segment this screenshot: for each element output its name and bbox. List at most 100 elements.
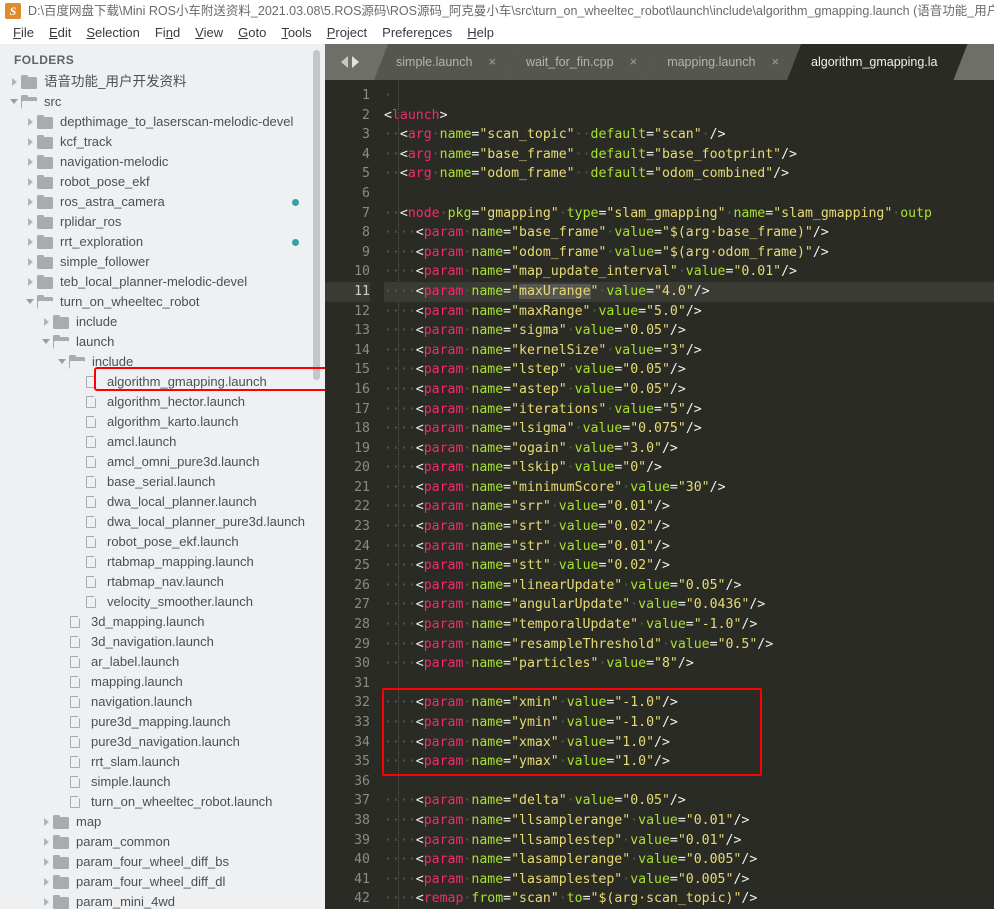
code-line[interactable]: ··<node·pkg="gmapping"·type="slam_gmappi… (384, 204, 994, 224)
code-line[interactable]: ····<param·name="llsamplerange"·value="0… (384, 811, 994, 831)
tree-file-amcl.launch[interactable]: amcl.launch (0, 432, 325, 452)
tree-file-ar_label.launch[interactable]: ar_label.launch (0, 652, 325, 672)
tab-simple.launch[interactable]: simple.launch × (374, 44, 518, 80)
code-line[interactable]: ··<arg·name="scan_topic"··default="scan"… (384, 125, 994, 145)
tab-nav-arrows[interactable] (325, 44, 374, 80)
chevron-right-icon[interactable] (10, 72, 21, 92)
menu-item-selection[interactable]: Selection (79, 23, 147, 43)
tree-folder-src[interactable]: src (0, 92, 325, 112)
tree-file-simple.launch[interactable]: simple.launch (0, 772, 325, 792)
tree-file-base_serial.launch[interactable]: base_serial.launch (0, 472, 325, 492)
chevron-right-icon[interactable] (26, 232, 37, 252)
tree-file-pure3d_navigation.launch[interactable]: pure3d_navigation.launch (0, 732, 325, 752)
chevron-down-icon[interactable] (58, 352, 69, 372)
tree-file-dwa_local_planner_pure3d.launch[interactable]: dwa_local_planner_pure3d.launch (0, 512, 325, 532)
code-line[interactable]: ····<param·name="stt"·value="0.02"/> (384, 556, 994, 576)
chevron-down-icon[interactable] (26, 292, 37, 312)
code-line[interactable]: ····<param·name="srr"·value="0.01"/> (384, 497, 994, 517)
tree-folder-rplidar_ros[interactable]: rplidar_ros (0, 212, 325, 232)
chevron-down-icon[interactable] (10, 92, 21, 112)
code-line[interactable]: ····<param·name="kernelSize"·value="3"/> (384, 341, 994, 361)
tree-folder-param_mini_4wd[interactable]: param_mini_4wd (0, 892, 325, 909)
code-content[interactable]: · <launch> ··<arg·name="scan_topic"··defau… (380, 80, 994, 909)
code-line[interactable]: ····<param·name="map_update_interval"·va… (384, 262, 994, 282)
tree-file-turn_on_wheeltec_robot.launch[interactable]: turn_on_wheeltec_robot.launch (0, 792, 325, 812)
chevron-right-icon[interactable] (42, 832, 53, 852)
tree-folder-语音功能_用户开发资料[interactable]: 语音功能_用户开发资料 (0, 72, 325, 92)
tab-wait_for_fin.cpp[interactable]: wait_for_fin.cpp × (504, 44, 659, 80)
tree-file-algorithm_karto.launch[interactable]: algorithm_karto.launch (0, 412, 325, 432)
tree-file-dwa_local_planner.launch[interactable]: dwa_local_planner.launch (0, 492, 325, 512)
tree-file-robot_pose_ekf.launch[interactable]: robot_pose_ekf.launch (0, 532, 325, 552)
code-line[interactable]: ····<param·name="maxUrange"·value="4.0"/… (384, 281, 994, 302)
tab-algorithm_gmapping.la[interactable]: algorithm_gmapping.la (787, 44, 967, 80)
code-line[interactable]: ····<param·name="minimumScore"·value="30… (384, 478, 994, 498)
tab-close-icon[interactable]: × (630, 44, 638, 80)
tree-folder-teb_local_planner-melodic-devel[interactable]: teb_local_planner-melodic-devel (0, 272, 325, 292)
tab-close-icon[interactable]: × (771, 44, 779, 80)
chevron-right-icon[interactable] (42, 312, 53, 332)
chevron-right-icon[interactable] (26, 172, 37, 192)
tree-folder-param_common[interactable]: param_common (0, 832, 325, 852)
tree-file-navigation.launch[interactable]: navigation.launch (0, 692, 325, 712)
code-line[interactable]: ····<param·name="base_frame"·value="$(ar… (384, 223, 994, 243)
code-line[interactable]: ····<param·name="lstep"·value="0.05"/> (384, 360, 994, 380)
tree-folder-launch[interactable]: launch (0, 332, 325, 352)
chevron-right-icon[interactable] (26, 272, 37, 292)
code-line[interactable]: ····<param·name="sigma"·value="0.05"/> (384, 321, 994, 341)
tab-close-icon[interactable]: × (488, 44, 496, 80)
code-line[interactable]: ····<param·name="ogain"·value="3.0"/> (384, 439, 994, 459)
chevron-right-icon[interactable] (26, 152, 37, 172)
file-tree[interactable]: 语音功能_用户开发资料 src depthimage_to_laserscan-me… (0, 72, 325, 909)
chevron-right-icon[interactable] (26, 112, 37, 132)
tree-folder-include[interactable]: include (0, 352, 325, 372)
code-line[interactable]: ····<param·name="ymax"·value="1.0"/> (384, 752, 994, 772)
tree-file-mapping.launch[interactable]: mapping.launch (0, 672, 325, 692)
tree-folder-simple_follower[interactable]: simple_follower (0, 252, 325, 272)
chevron-right-icon[interactable] (26, 192, 37, 212)
code-line[interactable]: ····<param·name="odom_frame"·value="$(ar… (384, 243, 994, 263)
code-line[interactable]: ····<param·name="maxRange"·value="5.0"/> (384, 302, 994, 322)
tree-folder-robot_pose_ekf[interactable]: robot_pose_ekf (0, 172, 325, 192)
chevron-right-icon[interactable] (42, 812, 53, 832)
code-line[interactable]: ····<param·name="lasamplestep"·value="0.… (384, 870, 994, 890)
chevron-right-icon[interactable] (42, 872, 53, 892)
sidebar-file-tree[interactable]: FOLDERS 语音功能_用户开发资料 src depthimage_to_lase… (0, 44, 325, 909)
code-line[interactable]: ····<param·name="iterations"·value="5"/> (384, 400, 994, 420)
tree-folder-include[interactable]: include (0, 312, 325, 332)
code-area[interactable]: 1 2 3 4 5 6 7 8 9 10 11 12 13 14 15 16 17 18 19 20 21 22 23 24 2… (325, 80, 994, 909)
tree-folder-map[interactable]: map (0, 812, 325, 832)
code-line[interactable]: ····<param·name="lasamplerange"·value="0… (384, 850, 994, 870)
code-line[interactable]: ····<param·name="angularUpdate"·value="0… (384, 595, 994, 615)
code-line[interactable]: · (384, 86, 994, 106)
code-line[interactable]: ····<remap·from="scan"·to="$(arg·scan_to… (384, 889, 994, 909)
code-line[interactable]: ····<param·name="xmax"·value="1.0"/> (384, 733, 994, 753)
code-line[interactable]: ····<param·name="lsigma"·value="0.075"/> (384, 419, 994, 439)
tree-file-rrt_slam.launch[interactable]: rrt_slam.launch (0, 752, 325, 772)
menu-item-help[interactable]: Help (460, 23, 502, 43)
code-line[interactable]: ····<param·name="resampleThreshold"·valu… (384, 635, 994, 655)
tree-file-3d_navigation.launch[interactable]: 3d_navigation.launch (0, 632, 325, 652)
code-line[interactable]: ··<arg·name="odom_frame"··default="odom_… (384, 164, 994, 184)
chevron-right-icon[interactable] (26, 252, 37, 272)
chevron-right-icon[interactable] (42, 852, 53, 872)
chevron-right-icon[interactable] (42, 892, 53, 909)
tree-folder-rrt_exploration[interactable]: rrt_exploration (0, 232, 325, 252)
menu-item-view[interactable]: View (188, 23, 231, 43)
tree-file-rtabmap_mapping.launch[interactable]: rtabmap_mapping.launch (0, 552, 325, 572)
menu-item-file[interactable]: File (6, 23, 42, 43)
triangle-left-icon[interactable] (340, 56, 348, 68)
menu-item-preferences[interactable]: Preferences (375, 23, 460, 43)
code-line[interactable] (384, 772, 994, 792)
chevron-down-icon[interactable] (42, 332, 53, 352)
tree-file-algorithm_hector.launch[interactable]: algorithm_hector.launch (0, 392, 325, 412)
code-line[interactable]: ····<param·name="delta"·value="0.05"/> (384, 791, 994, 811)
menu-item-goto[interactable]: Goto (231, 23, 274, 43)
code-line[interactable]: ····<param·name="llsamplestep"·value="0.… (384, 831, 994, 851)
tree-file-pure3d_mapping.launch[interactable]: pure3d_mapping.launch (0, 712, 325, 732)
tree-file-velocity_smoother.launch[interactable]: velocity_smoother.launch (0, 592, 325, 612)
code-line[interactable]: ··<arg·name="base_frame"··default="base_… (384, 145, 994, 165)
code-line[interactable]: ····<param·name="ymin"·value="-1.0"/> (384, 713, 994, 733)
tree-file-3d_mapping.launch[interactable]: 3d_mapping.launch (0, 612, 325, 632)
tree-folder-navigation-melodic[interactable]: navigation-melodic (0, 152, 325, 172)
